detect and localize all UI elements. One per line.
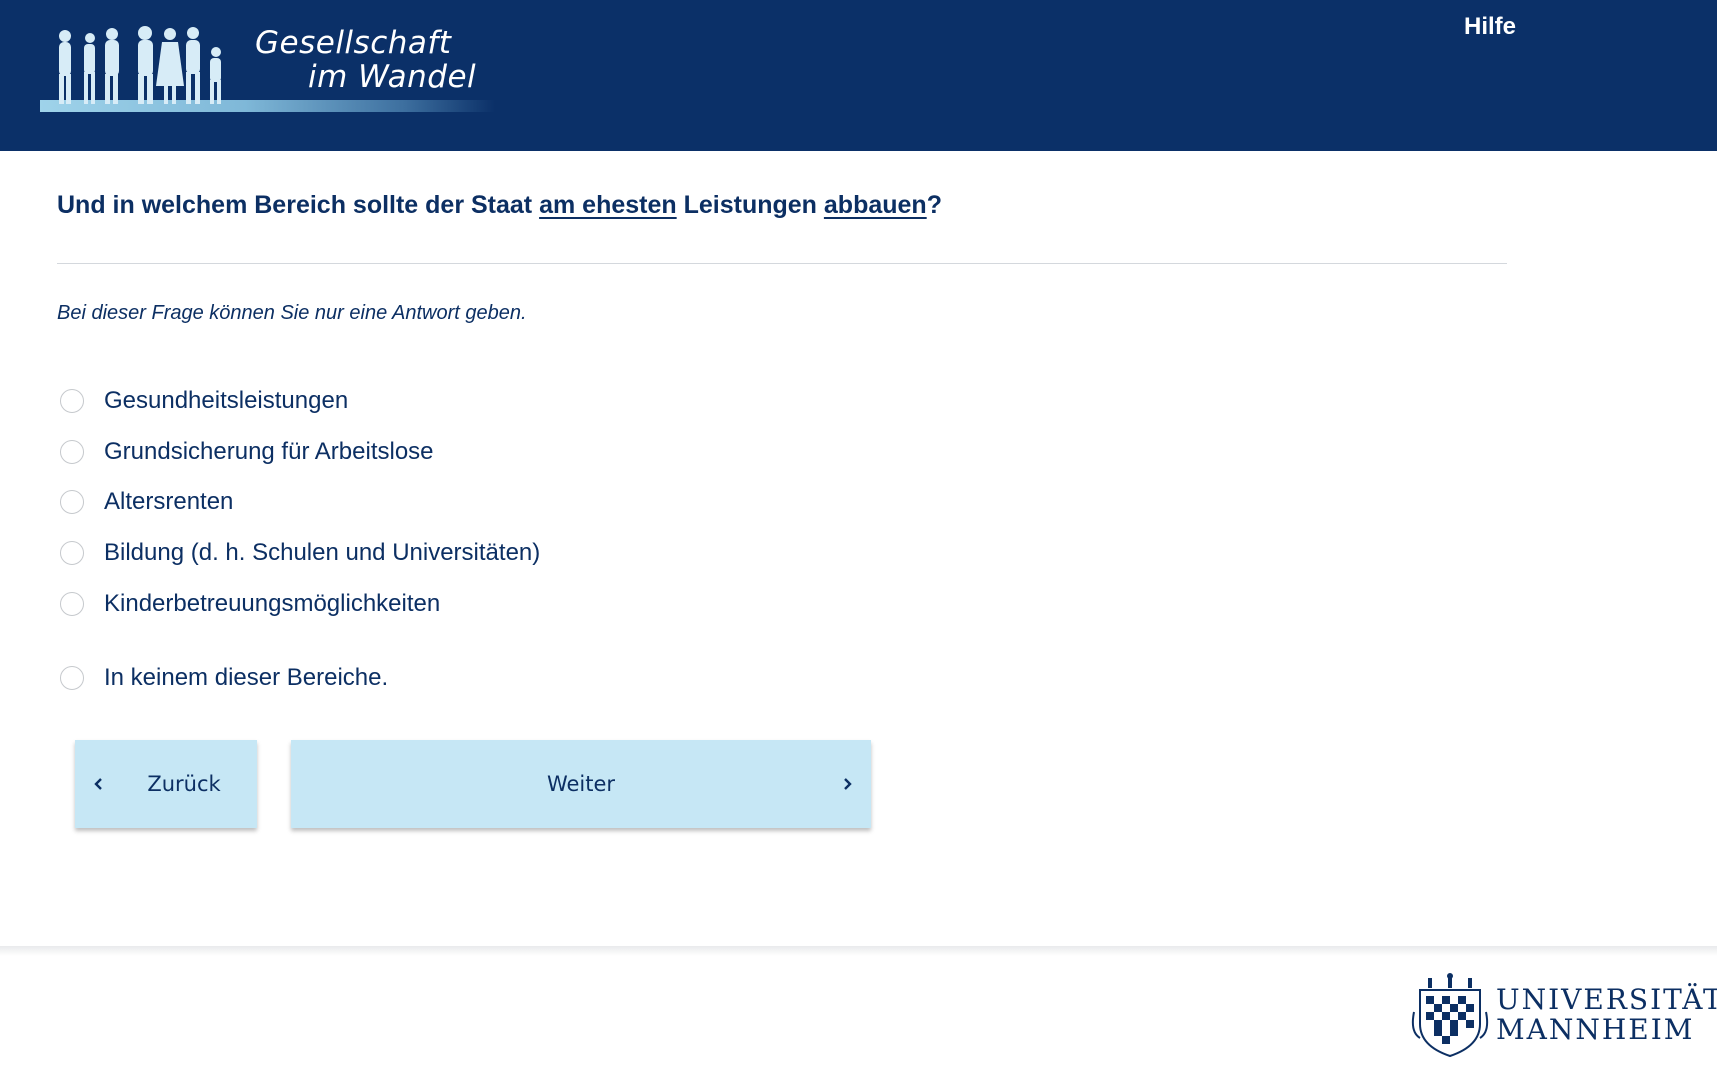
radio-button[interactable] (60, 490, 84, 514)
option-label: Grundsicherung für Arbeitslose (104, 438, 434, 465)
help-link[interactable]: Hilfe (1464, 13, 1516, 41)
radio-button[interactable] (60, 389, 84, 413)
radio-button[interactable] (60, 666, 84, 690)
university-name-line-1: UNIVERSITÄT (1496, 983, 1717, 1016)
university-name: UNIVERSITÄT MANNHEIM (1496, 985, 1717, 1045)
option-gesundheitsleistungen[interactable]: Gesundheitsleistungen (60, 387, 348, 415)
next-button-label: Weiter (546, 772, 616, 796)
logo-title: Gesellschaft im Wandel (255, 26, 476, 94)
option-label: Bildung (d. h. Schulen und Universitäten… (104, 539, 541, 566)
option-kinderbetreuung[interactable]: Kinderbetreuungsmöglichkeiten (60, 590, 440, 618)
option-label: Altersrenten (104, 488, 234, 515)
gesellschaft-im-wandel-logo: Gesellschaft im Wandel (40, 18, 495, 128)
university-crest-icon (1411, 973, 1489, 1058)
universitaet-mannheim-logo: UNIVERSITÄT MANNHEIM (1410, 972, 1717, 1058)
university-name-line-2: MANNHEIM (1496, 1013, 1695, 1046)
header-bar: Gesellschaft im Wandel Hilfe (0, 0, 1717, 151)
radio-button[interactable] (60, 440, 84, 464)
back-button-label: Zurück (147, 772, 221, 796)
next-button[interactable]: Weiter (291, 740, 871, 828)
people-silhouettes-icon (59, 26, 221, 104)
question-title: Und in welchem Bereich sollte der Staat … (57, 191, 942, 220)
radio-button[interactable] (60, 592, 84, 616)
logo-line-1: Gesellschaft (255, 25, 452, 61)
question-text-part-2: Leistungen (676, 191, 824, 219)
option-label: Kinderbetreuungsmöglichkeiten (104, 590, 441, 617)
answer-instruction: Bei dieser Frage können Sie nur eine Ant… (57, 302, 527, 324)
back-button[interactable]: Zurück (75, 740, 257, 828)
question-emphasis-2: abbauen (823, 191, 927, 219)
option-label: In keinem dieser Bereiche. (104, 664, 389, 691)
chevron-right-icon (844, 778, 852, 790)
radio-button[interactable] (60, 541, 84, 565)
question-text-part-1: Und in welchem Bereich sollte der Staat (57, 191, 540, 219)
question-text-part-3: ? (926, 191, 942, 219)
option-label: Gesundheitsleistungen (104, 387, 349, 414)
option-bildung[interactable]: Bildung (d. h. Schulen und Universitäten… (60, 539, 540, 567)
chevron-left-icon (94, 778, 102, 790)
option-keiner[interactable]: In keinem dieser Bereiche. (60, 664, 388, 692)
option-altersrenten[interactable]: Altersrenten (60, 488, 233, 516)
option-grundsicherung[interactable]: Grundsicherung für Arbeitslose (60, 438, 434, 466)
question-emphasis-1: am ehesten (539, 191, 677, 219)
logo-line-2: im Wandel (308, 59, 477, 95)
question-divider (57, 263, 1507, 264)
footer-separator (0, 946, 1717, 956)
